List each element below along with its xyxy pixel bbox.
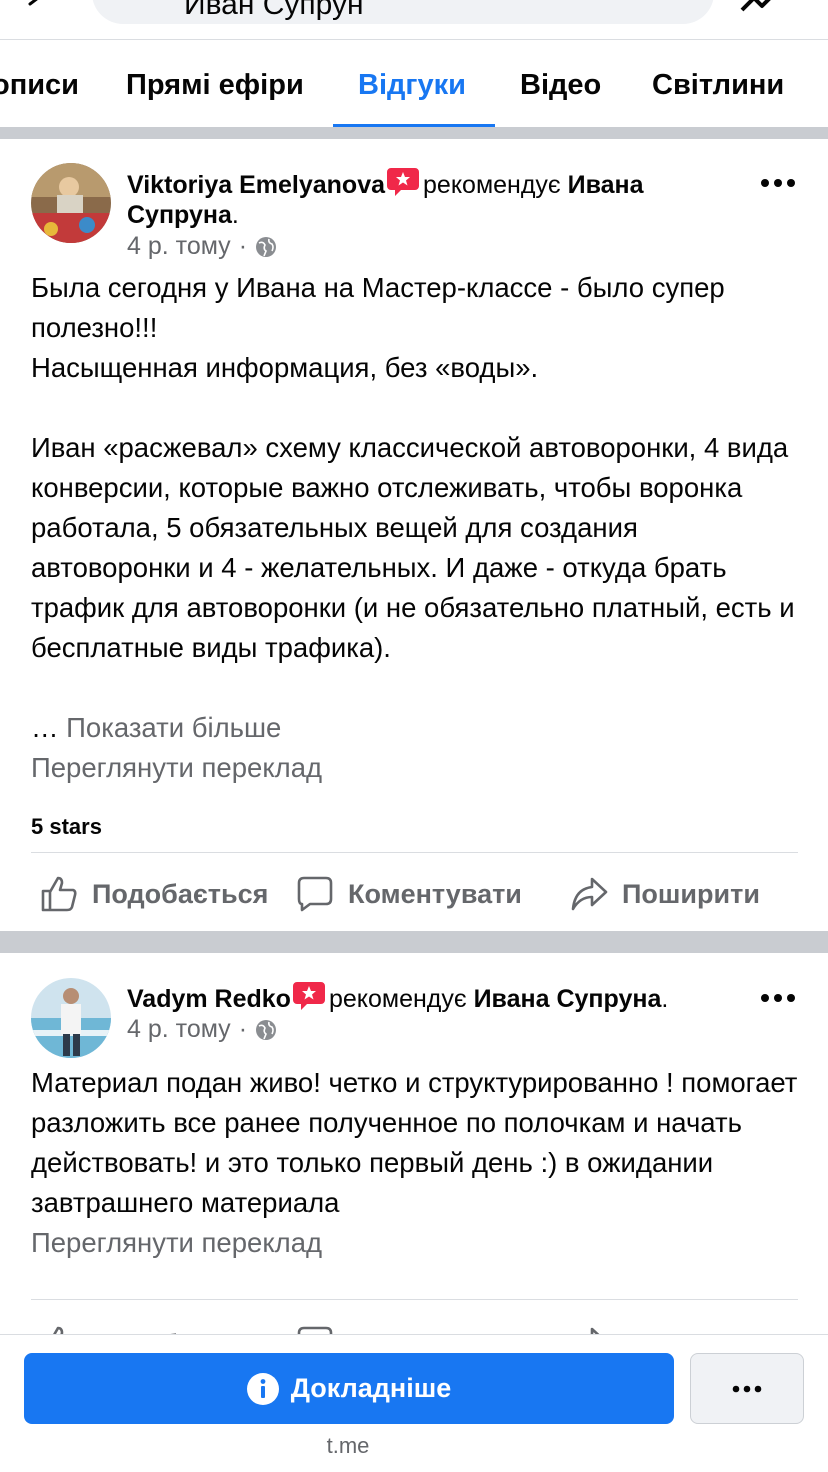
- section-divider: [0, 931, 828, 953]
- recommends-text: рекомендує: [328, 985, 467, 1013]
- like-label: Подобається: [92, 878, 269, 909]
- post-time[interactable]: 4 р. тому: [127, 232, 231, 261]
- back-arrow-icon[interactable]: [22, 0, 52, 16]
- globe-icon: [256, 1019, 277, 1040]
- like-icon: [41, 876, 77, 912]
- search-icon: [140, 0, 164, 12]
- avatar[interactable]: [31, 978, 111, 1058]
- learn-more-button[interactable]: Докладніше: [24, 1353, 674, 1424]
- recommend-badge-icon: [387, 168, 420, 196]
- globe-icon: [256, 236, 277, 257]
- avatar[interactable]: [31, 163, 111, 243]
- comment-button[interactable]: Коментувати: [296, 864, 522, 924]
- bottom-bar: Докладніше t.me: [0, 1334, 828, 1472]
- post-actions: Подобається Коментувати Поширити: [0, 1314, 828, 1334]
- review-post: Viktoriya Emelyanova рекомендує Ивана Суп…: [0, 139, 828, 931]
- review-post: Vadym Redko рекомендує Ивана Супруна. 4 р…: [0, 953, 828, 1334]
- share-icon: [571, 877, 608, 911]
- post-time[interactable]: 4 р. тому: [127, 1015, 231, 1044]
- tab-posts[interactable]: описи: [0, 69, 79, 102]
- rating-stars: 5 stars: [31, 814, 102, 839]
- like-button[interactable]: Подобається: [40, 864, 268, 924]
- share-button[interactable]: Поширити: [570, 1314, 760, 1334]
- see-more-link[interactable]: Показати більше: [66, 712, 281, 743]
- comment-button[interactable]: Коментувати: [296, 1314, 522, 1334]
- review-text: Была сегодня у Ивана на Мастер-классе - …: [31, 272, 795, 663]
- tab-reviews[interactable]: Відгуки: [358, 69, 466, 102]
- tab-photos[interactable]: Світлини: [652, 69, 784, 102]
- ellipsis: …: [31, 712, 59, 743]
- link-domain: t.me: [326, 1433, 370, 1458]
- author-name[interactable]: Viktoriya Emelyanova: [127, 171, 385, 199]
- share-label: Поширити: [622, 878, 760, 909]
- recommend-badge-icon: [292, 982, 325, 1010]
- page-name-link[interactable]: Ивана Супруна: [474, 985, 662, 1013]
- share-icon: [590, 1327, 600, 1334]
- tab-videos[interactable]: Відео: [520, 69, 601, 102]
- meta-separator: ·: [238, 1015, 248, 1043]
- messenger-icon[interactable]: [740, 0, 782, 14]
- post-header: Viktoriya Emelyanova рекомендує Ивана Суп…: [127, 168, 727, 230]
- post-meta: 4 р. тому ·: [127, 1015, 277, 1044]
- see-more-row: … Показати більше: [31, 708, 281, 748]
- separator-line: [31, 852, 798, 853]
- see-translation-link[interactable]: Переглянути переклад: [31, 1223, 322, 1263]
- meta-separator: ·: [238, 232, 248, 260]
- share-button[interactable]: Поширити: [570, 864, 760, 924]
- page-tabs: описи Прямі ефіри Відгуки Відео Світлини: [0, 41, 828, 128]
- more-options-button[interactable]: [690, 1353, 804, 1424]
- tab-live[interactable]: Прямі ефіри: [126, 69, 304, 102]
- author-name[interactable]: Vadym Redko: [127, 985, 291, 1013]
- section-divider: [0, 127, 828, 139]
- top-bar: Иван Супрун: [0, 0, 828, 40]
- learn-more-label: Докладніше: [290, 1373, 452, 1403]
- post-actions: Подобається Коментувати Поширити: [0, 864, 828, 924]
- more-icon[interactable]: [760, 993, 796, 1003]
- like-icon: [53, 1326, 64, 1334]
- more-icon[interactable]: [760, 178, 796, 188]
- see-translation-link[interactable]: Переглянути переклад: [31, 748, 322, 788]
- like-button[interactable]: Подобається: [40, 1314, 268, 1334]
- info-icon: [246, 1372, 279, 1405]
- comment-icon: [297, 1326, 333, 1334]
- separator-line: [31, 1299, 798, 1300]
- more-icon: [732, 1385, 762, 1392]
- recommends-text: рекомендує: [423, 171, 561, 199]
- search-query: Иван Супрун: [184, 0, 364, 21]
- search-field[interactable]: Иван Супрун: [92, 0, 714, 24]
- review-text: Материал подан живо! четко и структуриро…: [31, 1067, 806, 1218]
- post-meta: 4 р. тому ·: [127, 232, 277, 261]
- post-header: Vadym Redko рекомендує Ивана Супруна.: [127, 982, 767, 1014]
- comment-label: Коментувати: [348, 878, 522, 909]
- comment-icon: [297, 876, 333, 912]
